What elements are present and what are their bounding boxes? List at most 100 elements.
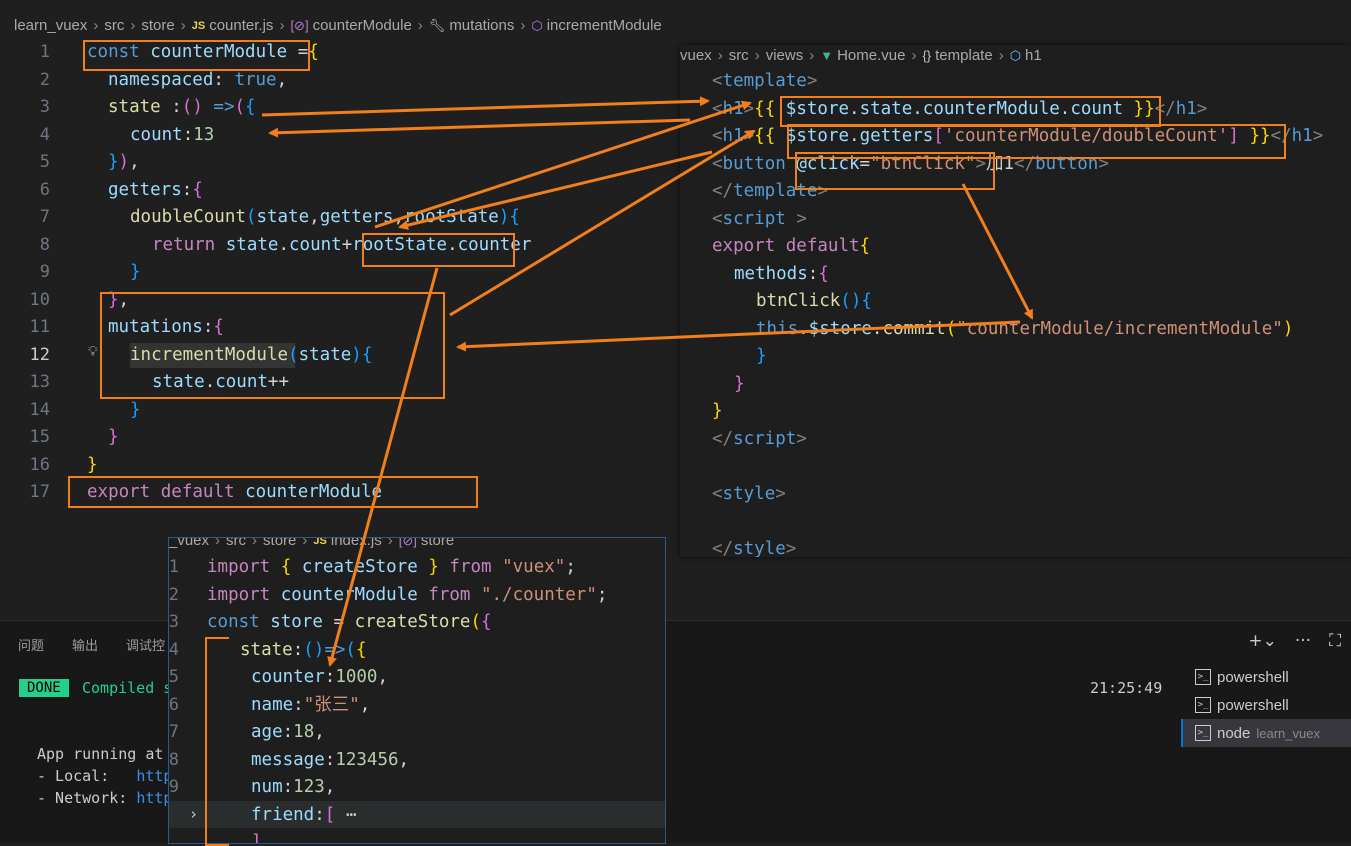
breadcrumb-root[interactable]: learn_vuex	[14, 17, 87, 34]
breadcrumb-symbol-store[interactable]: [⊘] store	[398, 537, 454, 549]
line-number: 9	[168, 777, 179, 797]
line-number: 16	[29, 454, 50, 475]
compiled-text: Compiled s	[82, 679, 173, 697]
maximize-panel-icon[interactable]: ⛶	[1329, 631, 1341, 651]
line-number: 1	[168, 557, 179, 577]
line-number: 8	[39, 234, 50, 255]
line-number: 12	[29, 344, 50, 365]
terminal-session-item[interactable]: >_ node learn_vuex	[1181, 719, 1351, 747]
line-number: 2	[39, 69, 50, 90]
breadcrumb-index: _vuex › src › store › JS index.js › [⊘] store	[169, 537, 454, 549]
line-number: 9	[39, 262, 50, 282]
local-line: - Local: http	[37, 767, 173, 785]
terminal-icon: >_	[1195, 669, 1211, 685]
code-line: 15}	[10, 424, 680, 452]
javascript-file-icon: JS	[191, 19, 206, 32]
breadcrumb-home: vuex › src › views › ▼ Home.vue › {} template ›…	[680, 47, 1042, 64]
terminal-session-item[interactable]: >_ powershell	[1181, 663, 1351, 691]
line-number: 4	[39, 124, 50, 145]
breadcrumb-symbol-counter-module[interactable]: [⊘] counterModule	[290, 17, 411, 34]
code-line: 2 namespaced: true,	[10, 67, 680, 95]
panel-tabs: 问题 输出 调试控	[18, 635, 165, 654]
breadcrumb-counter: learn_vuex › src › store › JS counter.js › [⊘…	[14, 17, 662, 34]
line-number: 11	[29, 317, 50, 337]
code-line: 8 return state.count+rootState.counter	[10, 232, 680, 260]
line-number: 5	[168, 667, 179, 687]
code-line: 5}),	[10, 149, 680, 177]
editor-index-js[interactable]: _vuex › src › store › JS index.js › [⊘] store …	[168, 537, 666, 844]
breadcrumb-src[interactable]: src	[729, 47, 749, 64]
line-number: 6	[39, 179, 50, 200]
breadcrumb-template[interactable]: {} template	[922, 47, 992, 64]
terminal-session-item[interactable]: >_ powershell	[1181, 691, 1351, 719]
breadcrumb-file[interactable]: JS counter.js	[192, 17, 274, 34]
code-line: 3 state :() =>({	[10, 94, 680, 122]
code-line: 9}	[10, 259, 680, 287]
minimap-indicator: ▔▔▔	[1284, 45, 1301, 52]
code-line: 13 state.count++	[10, 369, 680, 397]
line-number: 8	[168, 749, 179, 770]
code-line: 17 export default counterModule	[10, 479, 680, 507]
home-vue-code: <template> <h1>{{ $store.state.counterMo…	[712, 71, 1324, 557]
line-number: 13	[29, 372, 50, 392]
breadcrumb-store[interactable]: store	[141, 17, 174, 34]
terminal-icon: >_	[1195, 697, 1211, 713]
breadcrumb-src[interactable]: src	[226, 538, 246, 549]
line-number: 14	[29, 399, 50, 420]
tab-debug-console[interactable]: 调试控	[126, 635, 165, 654]
terminal-time: 21:25:49	[1090, 679, 1163, 697]
breadcrumb-src[interactable]: src	[104, 17, 124, 34]
line-number: 2	[168, 584, 179, 605]
terminal-sessions: >_ powershell >_ powershell >_ node learn_vu…	[1181, 663, 1351, 747]
module-icon: [⊘]	[398, 537, 417, 548]
breadcrumb-symbol-increment[interactable]: ⬡ incrementModule	[531, 17, 661, 34]
line-number: 3	[39, 97, 50, 117]
breadcrumb-symbol-mutations[interactable]: 🔧︎ mutations	[429, 17, 515, 34]
method-cube-icon: ⬡	[531, 17, 543, 33]
breadcrumb-root[interactable]: _vuex	[169, 538, 209, 549]
wrench-icon: 🔧︎	[428, 17, 446, 33]
code-line: 10},	[10, 287, 680, 315]
code-line: 12 incrementModule(state){	[10, 342, 680, 370]
module-icon: [⊘]	[290, 17, 309, 33]
breadcrumb-file[interactable]: JS index.js	[313, 537, 381, 549]
terminal-icon: >_	[1195, 725, 1211, 741]
line-number: 5	[39, 152, 50, 172]
line-number: 7	[168, 722, 179, 742]
tab-output[interactable]: 输出	[72, 635, 98, 654]
editor-home-vue[interactable]: vuex › src › views › ▼ Home.vue › {} template ›…	[680, 45, 1351, 557]
more-icon[interactable]: ···	[1295, 631, 1311, 651]
terminal-actions: +⌄ ··· ⛶	[1248, 631, 1341, 651]
line-number: 6	[168, 694, 179, 715]
code-line: 4 count:13	[10, 122, 680, 150]
code-line: 1 const counterModule ={	[10, 39, 680, 67]
breadcrumb-file[interactable]: ▼ Home.vue	[820, 47, 905, 64]
code-line: 7 doubleCount(state,getters,rootState){	[10, 204, 680, 232]
code-line: 16}	[10, 452, 680, 480]
braces-icon: {}	[922, 48, 932, 63]
code-line: 14}	[10, 397, 680, 425]
line-number: 15	[29, 427, 50, 447]
index-js-code: 1 import { createStore } from "vuex"; 2 im…	[168, 554, 665, 843]
vue-file-icon: ▼	[820, 48, 834, 63]
element-cube-icon: ⬡	[1009, 47, 1022, 63]
line-number: 1	[39, 42, 50, 62]
editor-counter-js[interactable]: 1 const counterModule ={ 2 namespaced: tru…	[10, 39, 680, 507]
javascript-file-icon: JS	[313, 537, 327, 547]
code-line: 6 getters:{	[10, 177, 680, 205]
breadcrumb-store[interactable]: store	[263, 538, 296, 549]
breadcrumb-root[interactable]: vuex	[680, 47, 712, 64]
line-number: 4	[168, 639, 179, 660]
tab-problems[interactable]: 问题	[18, 635, 44, 654]
network-line: - Network: http	[37, 789, 173, 807]
line-number: 7	[39, 207, 50, 227]
breadcrumb-h1[interactable]: ⬡ h1	[1010, 47, 1042, 64]
done-badge: DONE	[19, 679, 69, 697]
line-number: 3	[168, 612, 179, 632]
add-terminal-icon[interactable]: +⌄	[1248, 631, 1277, 651]
breadcrumb-views[interactable]: views	[766, 47, 804, 64]
line-number: 17	[29, 482, 50, 502]
app-running-text: App running at	[37, 745, 164, 763]
line-number: 10	[29, 289, 50, 310]
code-line: 11 mutations:{	[10, 314, 680, 342]
